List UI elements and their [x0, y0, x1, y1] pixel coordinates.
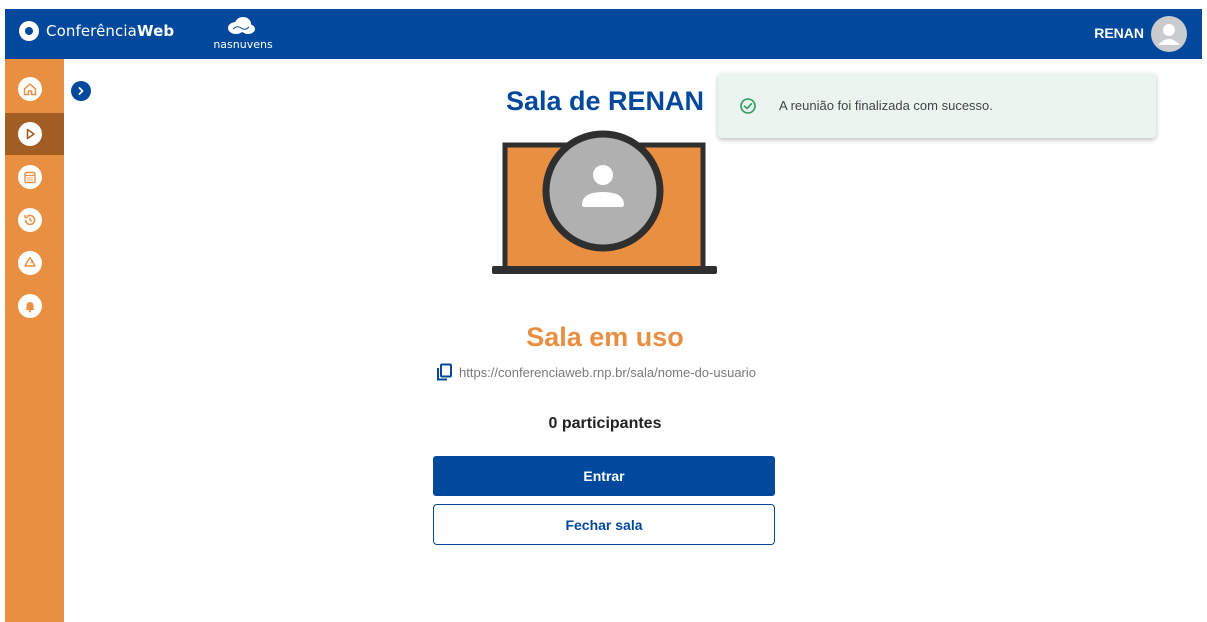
chevron-right-icon: [78, 87, 84, 95]
copy-icon[interactable]: [435, 363, 453, 381]
recycle-icon: [24, 257, 36, 267]
sidebar-item-history[interactable]: [5, 199, 64, 241]
expand-sidebar-button[interactable]: [71, 81, 91, 101]
sidebar-item-notifications[interactable]: [5, 285, 64, 327]
sidebar-item-calendar[interactable]: [5, 156, 64, 198]
room-status: Sala em uso: [526, 322, 684, 352]
laptop-avatar-illustration: [492, 130, 717, 274]
bell-icon: [25, 302, 35, 313]
close-room-button[interactable]: Fechar sala: [433, 504, 775, 545]
room-link[interactable]: https://conferenciaweb.rnp.br/sala/nome-…: [459, 365, 756, 380]
home-icon: [23, 83, 37, 96]
user-name[interactable]: RENAN: [1094, 25, 1144, 41]
history-icon: [24, 214, 36, 226]
webcam-icon: [19, 21, 39, 41]
sidebar-item-home[interactable]: [5, 68, 64, 110]
brand-logo[interactable]: ConferênciaWeb: [19, 21, 174, 41]
partner-logo: nasnuvens: [203, 17, 283, 53]
sidebar-item-recycle[interactable]: [5, 242, 64, 284]
toast-message: A reunião foi finalizada com sucesso.: [779, 98, 993, 113]
user-avatar[interactable]: [1151, 16, 1187, 52]
calendar-icon: [24, 171, 36, 184]
brand-name: ConferênciaWeb: [46, 22, 175, 40]
play-icon: [26, 128, 35, 140]
room-link-row: https://conferenciaweb.rnp.br/sala/nome-…: [435, 362, 756, 382]
cloud-icon: [228, 17, 255, 34]
sidebar-item-play[interactable]: [5, 113, 64, 155]
user-icon: [1158, 24, 1180, 45]
sidebar: [5, 59, 64, 622]
success-toast: A reunião foi finalizada com sucesso.: [718, 73, 1156, 138]
partner-name: nasnuvens: [213, 38, 273, 51]
enter-button[interactable]: Entrar: [433, 456, 775, 496]
participants-count: 0 participantes: [548, 415, 662, 432]
top-bar: ConferênciaWeb nasnuvens RENAN: [5, 9, 1202, 59]
check-circle-icon: [740, 97, 756, 114]
